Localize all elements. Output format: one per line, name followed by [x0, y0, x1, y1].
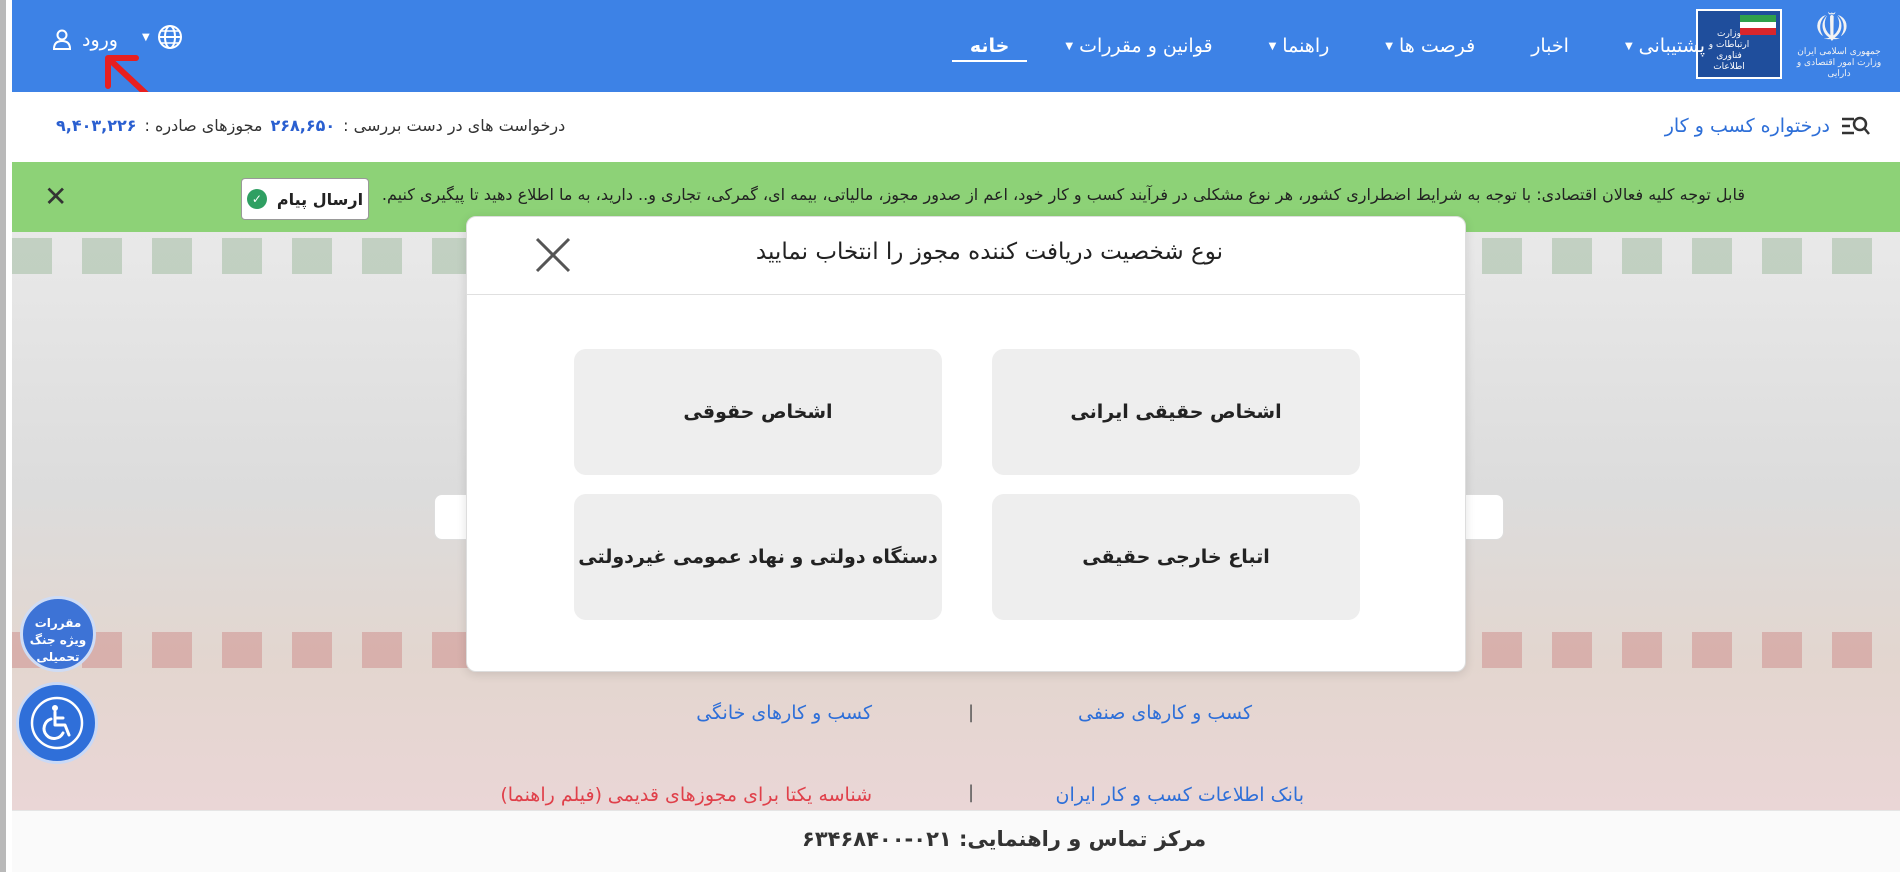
- notice-text: قابل توجه کلیه فعالان اقتصادی: با توجه ب…: [381, 185, 1745, 204]
- caret-down-icon: ▼: [1385, 40, 1393, 52]
- nav-opportunities-label: فرصت ها: [1398, 35, 1476, 57]
- pending-count: ۲۶۸,۶۵۰: [270, 116, 336, 135]
- nav-home[interactable]: خانه: [951, 0, 1029, 92]
- send-message-label: ارسال پیام: [276, 189, 364, 209]
- license-stats: درخواست های در دست بررسی : ۲۶۸,۶۵۰ مجوزه…: [56, 116, 565, 135]
- video-guide-link[interactable]: (فیلم راهنما): [500, 784, 602, 806]
- quick-links: کسب و کارهای صنفی | کسب و کارهای خانگی ب…: [12, 690, 1900, 810]
- nav-guide-label: راهنما: [1282, 35, 1330, 57]
- footer: مرکز تماس و راهنمایی: ۰۲۱-۶۳۴۶۸۴۰۰: [12, 810, 1900, 872]
- emblem-icon: ☫: [1814, 5, 1850, 51]
- page: وزارت ارتباطات و فناوری اطلاعات ☫ جمهوری…: [0, 0, 1900, 872]
- option-legal-entity[interactable]: اشخاص حقوقی: [574, 349, 942, 475]
- nav-news[interactable]: اخبار: [1531, 0, 1569, 92]
- nav-home-label: خانه: [969, 35, 1010, 57]
- business-tree-label: درختواره کسب و کار: [1664, 115, 1830, 137]
- send-message-button[interactable]: ✓ ارسال پیام: [241, 178, 369, 220]
- nav-guide[interactable]: راهنما ▼: [1269, 0, 1330, 92]
- close-icon[interactable]: ✕: [44, 180, 67, 213]
- war-rules-button[interactable]: مقررات ویژه جنگ تحمیلی: [20, 596, 96, 672]
- option-foreign-natural-person[interactable]: اتباع خارجی حقیقی: [992, 494, 1360, 620]
- modal-header: نوع شخصیت دریافت کننده مجوز را انتخاب نم…: [467, 217, 1465, 295]
- user-icon: [52, 29, 72, 50]
- language-switcher[interactable]: ▼: [142, 23, 184, 51]
- option-government-entity[interactable]: دستگاه دولتی و نهاد عمومی غیردولتی: [574, 494, 942, 620]
- close-icon[interactable]: [533, 235, 573, 275]
- government-seal-text: جمهوری اسلامی ایران وزارت امور اقتصادی و…: [1796, 47, 1882, 79]
- login-label: ورود: [82, 29, 118, 51]
- nav-news-label: اخبار: [1531, 35, 1569, 57]
- accessibility-button[interactable]: [16, 682, 98, 764]
- ministry-logo-text: وزارت ارتباطات و فناوری اطلاعات: [1708, 29, 1750, 72]
- brand-logos: وزارت ارتباطات و فناوری اطلاعات ☫ جمهوری…: [1696, 4, 1882, 84]
- link-separator: |: [968, 702, 975, 723]
- main-nav: خانه قوانین و مقررات ▼ راهنما ▼ فرصت ها …: [951, 0, 1705, 92]
- guild-businesses-link[interactable]: کسب و کارهای صنفی: [1078, 702, 1252, 724]
- caret-down-icon: ▼: [1268, 40, 1277, 52]
- wheelchair-icon: [30, 696, 84, 750]
- shield-check-icon: ✓: [246, 189, 267, 209]
- business-databank-link[interactable]: بانک اطلاعات کسب و کار ایران: [1056, 784, 1304, 806]
- person-type-modal: نوع شخصیت دریافت کننده مجوز را انتخاب نم…: [466, 216, 1466, 672]
- caret-down-icon: ▼: [142, 31, 150, 43]
- ministry-logo[interactable]: وزارت ارتباطات و فناوری اطلاعات: [1696, 9, 1782, 79]
- nav-laws[interactable]: قوانین و مقررات ▼: [1065, 0, 1212, 92]
- contact-center-text: مرکز تماس و راهنمایی: ۰۲۱-۶۳۴۶۸۴۰۰: [802, 827, 1207, 851]
- globe-icon: [157, 25, 182, 49]
- issued-label: مجوزهای صادره :: [144, 116, 263, 135]
- nav-opportunities[interactable]: فرصت ها ▼: [1385, 0, 1475, 92]
- business-tree-link[interactable]: درختواره کسب و کار: [1665, 114, 1870, 138]
- nav-support[interactable]: پشتیبانی ▼: [1625, 0, 1705, 92]
- modal-title: نوع شخصیت دریافت کننده مجوز را انتخاب نم…: [755, 239, 1223, 265]
- caret-down-icon: ▼: [1065, 40, 1074, 52]
- stats-bar: درخواست های در دست بررسی : ۲۶۸,۶۵۰ مجوزه…: [12, 92, 1900, 162]
- search-list-icon: [1842, 116, 1870, 135]
- top-navbar: وزارت ارتباطات و فناوری اطلاعات ☫ جمهوری…: [12, 0, 1900, 92]
- home-businesses-link[interactable]: کسب و کارهای خانگی: [696, 702, 872, 724]
- issued-count: ۹,۴۰۳,۲۲۶: [56, 116, 137, 135]
- government-seal-logo[interactable]: ☫ جمهوری اسلامی ایران وزارت امور اقتصادی…: [1796, 5, 1882, 83]
- caret-down-icon: ▼: [1624, 40, 1633, 52]
- link-separator: |: [968, 782, 975, 803]
- unique-id-link[interactable]: شناسه یکتا برای مجوزهای قدیمی: [608, 784, 872, 806]
- pending-label: درخواست های در دست بررسی :: [343, 116, 566, 135]
- option-iranian-natural-person[interactable]: اشخاص حقیقی ایرانی: [992, 349, 1360, 475]
- nav-support-label: پشتیبانی: [1638, 35, 1705, 57]
- nav-laws-label: قوانین و مقررات: [1079, 35, 1213, 57]
